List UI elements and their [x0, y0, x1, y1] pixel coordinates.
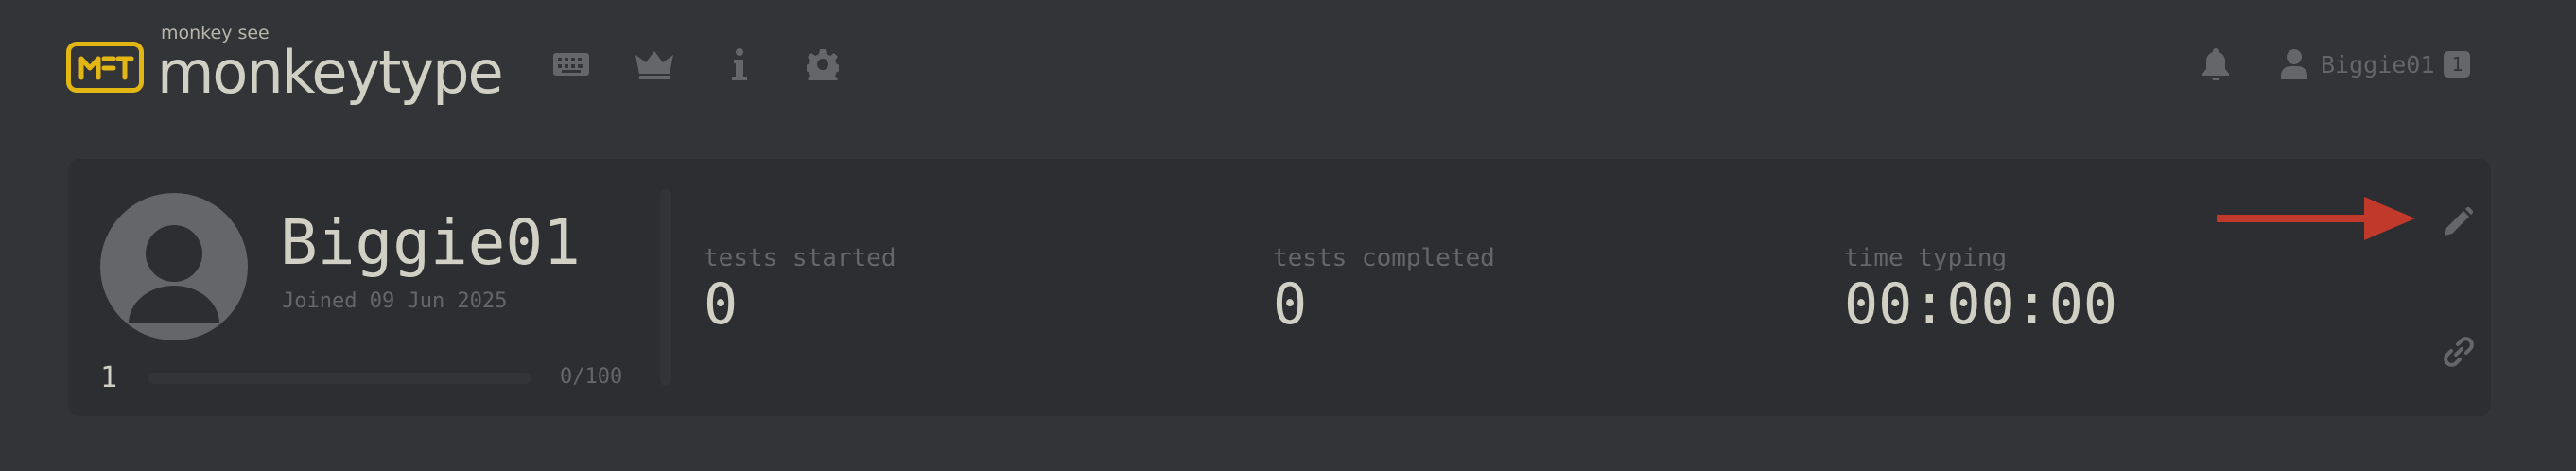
stat-time-typing: time typing 00:00:00	[1844, 244, 2117, 335]
stat-label: tests completed	[1273, 244, 1495, 272]
logo-keyboard-glyph	[78, 56, 134, 80]
profile-card: Biggie01 Joined 09 Jun 2025 1 0/100 test…	[68, 159, 2491, 416]
annotation-arrow-icon	[2217, 197, 2415, 240]
account-button[interactable]: Biggie01 1	[2281, 44, 2471, 85]
account-level-badge: 1	[2444, 51, 2471, 78]
divider	[660, 189, 671, 386]
joined-date: Joined 09 Jun 2025	[282, 289, 508, 313]
avatar-placeholder-icon	[129, 225, 219, 323]
logo-subtitle: monkey see	[161, 23, 270, 44]
link-icon	[2444, 337, 2474, 367]
account-username: Biggie01	[2321, 50, 2435, 78]
edit-profile-button[interactable]	[2438, 201, 2480, 242]
logo[interactable]: monkey see monkeytype	[66, 17, 504, 112]
user-icon	[2281, 49, 2307, 79]
stat-tests-started: tests started 0	[704, 244, 896, 335]
stat-label: tests started	[704, 244, 896, 272]
stat-value: 0	[1273, 271, 1308, 338]
keyboard-icon[interactable]	[552, 45, 590, 83]
stat-label: time typing	[1844, 244, 2008, 272]
stat-value: 0	[704, 271, 739, 338]
logo-badge-icon	[66, 42, 144, 93]
stat-tests-completed: tests completed 0	[1273, 244, 1495, 335]
gear-icon[interactable]	[804, 45, 842, 83]
pencil-icon	[2445, 207, 2473, 236]
profile-username: Biggie01	[280, 206, 581, 279]
stat-value: 00:00:00	[1844, 271, 2117, 338]
avatar	[100, 193, 248, 340]
level-number: 1	[100, 361, 118, 394]
logo-title: monkeytype	[157, 38, 504, 107]
crown-icon[interactable]	[635, 45, 673, 83]
xp-progress-bar	[148, 373, 531, 384]
xp-text: 0/100	[560, 365, 623, 389]
info-icon[interactable]	[721, 45, 758, 83]
bell-icon[interactable]	[2198, 45, 2234, 83]
copy-profile-link-button[interactable]	[2438, 331, 2480, 373]
